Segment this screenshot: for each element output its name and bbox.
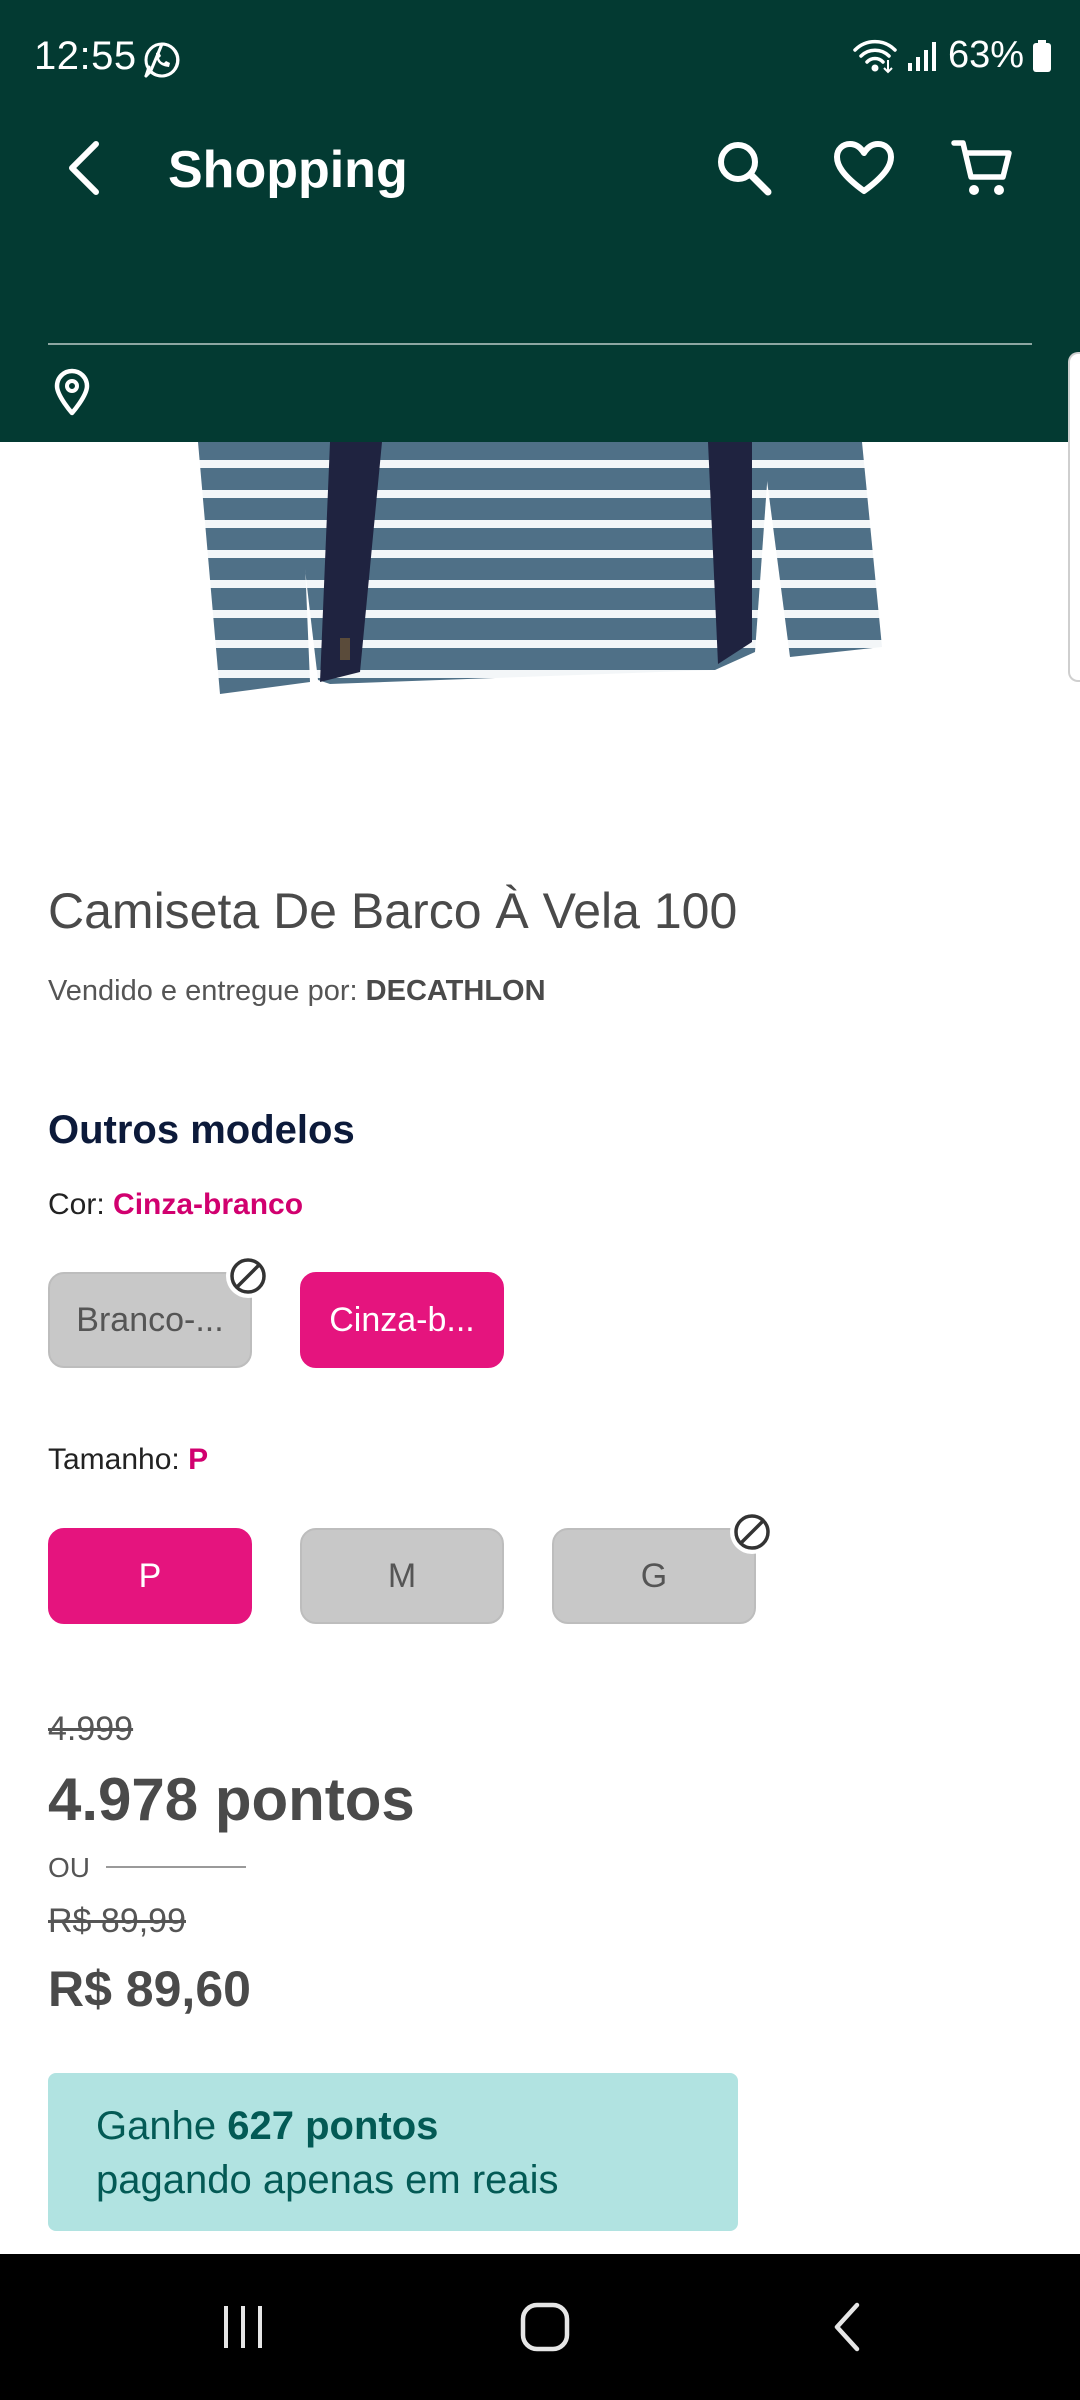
signal-icon — [906, 39, 940, 73]
color-label-text: Cor: — [48, 1188, 105, 1221]
status-bar: 12:55 63% — [0, 0, 1080, 120]
color-label: Cor: Cinza-branco — [48, 1188, 303, 1222]
side-scroll-tab[interactable] — [1068, 352, 1080, 682]
status-time: 12:55 — [34, 34, 137, 78]
color-option-label: Branco-... — [76, 1300, 224, 1339]
size-option-g[interactable]: G — [552, 1510, 774, 1624]
or-label: OU — [48, 1852, 90, 1883]
size-label-text: Tamanho: — [48, 1443, 180, 1476]
seller-info: Vendido e entregue por: DECATHLON — [48, 975, 546, 1008]
search-field-underline[interactable] — [48, 343, 1032, 345]
status-indicators: 63% — [852, 34, 1052, 77]
battery-icon — [1032, 39, 1052, 73]
promo-line-2: pagando apenas em reais — [96, 2158, 559, 2202]
selected-color-value: Cinza-branco — [113, 1188, 304, 1221]
battery-text: 63% — [947, 34, 1024, 76]
points-promo-banner: Ganhe 627 pontos pagando apenas em reais — [48, 2073, 738, 2231]
size-option-p[interactable]: P — [48, 1528, 252, 1624]
recent-apps-icon — [218, 2302, 268, 2357]
size-option-label: G — [640, 1556, 668, 1595]
color-option-cinza[interactable]: Cinza-b... — [300, 1272, 504, 1368]
cash-price: R$ 89,60 — [48, 1961, 251, 2017]
wifi-icon — [852, 38, 898, 74]
recent-apps-button[interactable] — [198, 2284, 288, 2374]
home-icon — [518, 2300, 572, 2359]
product-name: Camiseta De Barco À Vela 100 — [48, 883, 738, 939]
cart-button[interactable] — [946, 134, 1018, 206]
color-option-branco[interactable]: Branco-... — [48, 1254, 270, 1368]
seller-name: DECATHLON — [365, 975, 546, 1007]
size-option-label: P — [138, 1556, 162, 1595]
heart-icon — [832, 139, 896, 202]
points-price: 4.978 pontos — [48, 1766, 415, 1833]
page-title: Shopping — [168, 141, 408, 199]
or-divider — [106, 1866, 246, 1868]
back-arrow-icon — [64, 140, 104, 201]
promo-line-1: Ganhe 627 pontos — [96, 2099, 690, 2153]
location-button[interactable] — [44, 366, 100, 422]
color-option-label: Cinza-b... — [329, 1300, 475, 1339]
unavailable-icon — [226, 1254, 270, 1298]
cart-icon — [951, 137, 1013, 204]
size-option-label: M — [387, 1556, 417, 1595]
striped-shirt-image — [198, 442, 882, 694]
whatsapp-icon — [142, 40, 182, 80]
old-points-price: 4.999 — [48, 1710, 134, 1748]
back-button[interactable] — [50, 136, 118, 204]
search-icon — [714, 138, 774, 203]
selected-size-value: P — [188, 1443, 209, 1476]
system-nav-bar — [0, 2254, 1080, 2400]
app-header: 12:55 63% Shopping — [0, 0, 1080, 442]
other-models-heading: Outros modelos — [48, 1108, 355, 1152]
old-cash-price: R$ 89,99 — [48, 1902, 186, 1940]
home-button[interactable] — [500, 2284, 590, 2374]
back-nav-icon — [827, 2299, 867, 2360]
product-image[interactable] — [0, 442, 1080, 722]
promo-prefix: Ganhe — [96, 2104, 217, 2148]
back-nav-button[interactable] — [802, 2284, 892, 2374]
promo-points: 627 pontos — [227, 2104, 439, 2148]
location-pin-icon — [52, 368, 92, 421]
top-app-bar: Shopping — [0, 120, 1080, 220]
favorites-button[interactable] — [828, 134, 900, 206]
unavailable-icon — [730, 1510, 774, 1554]
size-label: Tamanho: P — [48, 1443, 208, 1477]
search-button[interactable] — [708, 134, 780, 206]
size-option-m[interactable]: M — [300, 1528, 504, 1624]
seller-prefix: Vendido e entregue por: — [48, 975, 358, 1007]
